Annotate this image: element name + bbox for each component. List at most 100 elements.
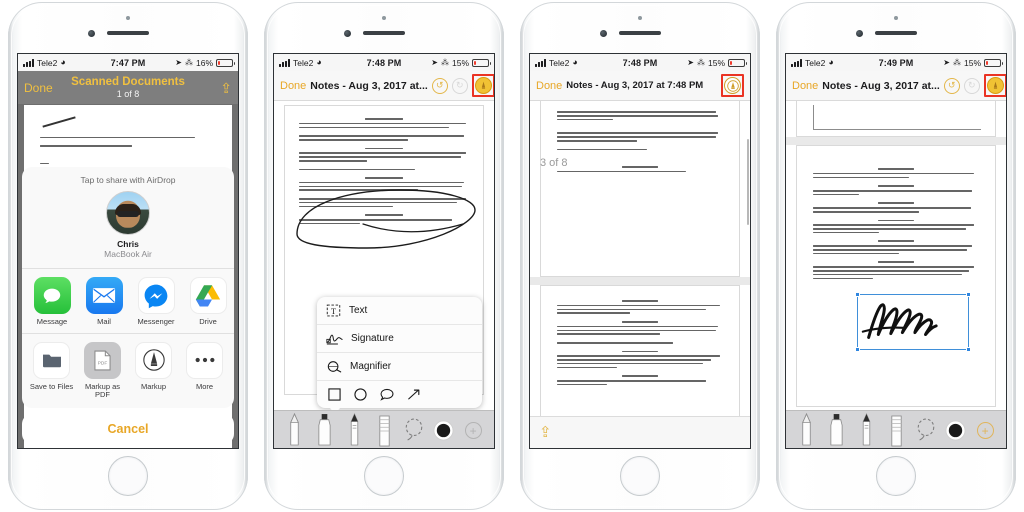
- selection-handle[interactable]: [855, 347, 860, 352]
- front-camera-icon: [600, 30, 607, 37]
- markup-pen-icon[interactable]: [986, 77, 1004, 94]
- share-app-label: Drive: [199, 317, 217, 327]
- action-markup[interactable]: Markup: [128, 341, 179, 400]
- airdrop-contact-name: Chris: [117, 239, 139, 250]
- color-swatch-icon[interactable]: [941, 420, 971, 447]
- highlighter-tool-icon[interactable]: [310, 413, 340, 447]
- eraser-tool-icon[interactable]: [369, 415, 399, 447]
- share-app-messenger[interactable]: Messenger: [130, 277, 182, 327]
- carrier-label: Tele2: [37, 57, 58, 68]
- bluetooth-icon: ⁂: [440, 58, 449, 67]
- square-shape-icon: [328, 388, 341, 401]
- note-document[interactable]: T Text Signature Magnifier +: [274, 101, 494, 448]
- menu-item-signature[interactable]: Signature: [317, 324, 482, 352]
- hand-drawn-ellipse: [296, 189, 476, 249]
- markup-pen-icon[interactable]: [474, 77, 492, 94]
- pen-tool-icon[interactable]: [792, 413, 822, 447]
- share-up-icon[interactable]: ⇪: [539, 425, 552, 440]
- earpiece-speaker: [875, 31, 917, 35]
- markup-toolbar[interactable]: +: [274, 410, 494, 448]
- status-bar: Tele2 ◕ 7:48 PM ➤ ⁂ 15%: [530, 54, 750, 71]
- selection-handle[interactable]: [855, 292, 860, 297]
- done-button[interactable]: Done: [24, 81, 53, 95]
- share-sheet[interactable]: Tap to share with AirDrop Chris MacBook …: [22, 167, 234, 444]
- menu-item-label: Signature: [351, 333, 394, 344]
- menu-item-text[interactable]: T Text: [317, 297, 482, 324]
- add-tool-icon[interactable]: +: [458, 422, 488, 447]
- note-document[interactable]: 3 of 8 ⇪: [530, 101, 750, 448]
- shape-tool-row[interactable]: [317, 380, 482, 408]
- share-app-label: Mail: [97, 317, 111, 327]
- menu-item-magnifier[interactable]: Magnifier: [317, 352, 482, 380]
- undo-icon[interactable]: ↺: [431, 77, 448, 94]
- markup-tool-menu[interactable]: T Text Signature Magnifier: [317, 297, 482, 408]
- lasso-tool-icon[interactable]: [911, 417, 941, 447]
- home-button[interactable]: [620, 456, 660, 496]
- magnifier-icon: [327, 361, 342, 373]
- add-tool-icon[interactable]: +: [970, 422, 1000, 447]
- location-icon: ➤: [943, 58, 950, 67]
- airdrop-header: Tap to share with AirDrop: [80, 175, 176, 186]
- share-app-drive[interactable]: Drive: [182, 277, 234, 327]
- scroll-indicator[interactable]: [747, 139, 749, 225]
- status-bar: Tele2 ◕ 7:47 PM ➤ ⁂ 16%: [18, 54, 238, 71]
- share-app-message[interactable]: Message: [26, 277, 78, 327]
- status-bar: Tele2 ◕ 7:49 PM ➤ ⁂ 15%: [786, 54, 1006, 71]
- phone-screenshot-row: Tele2 ◕ 7:47 PM ➤ ⁂ 16% Done Scanned Doc…: [0, 0, 1024, 512]
- action-markup-as-pdf[interactable]: PDF Markup as PDF: [77, 341, 128, 400]
- undo-icon[interactable]: ↺: [943, 77, 960, 94]
- airdrop-contact[interactable]: Chris MacBook Air: [22, 189, 234, 268]
- home-button[interactable]: [364, 456, 404, 496]
- markup-button-highlight[interactable]: [721, 74, 744, 97]
- pencil-tool-icon[interactable]: [339, 413, 369, 447]
- battery-icon: [472, 58, 491, 67]
- notes-nav-bar: Done Notes - Aug 3, 2017 at... ↺ ↻: [786, 71, 1006, 101]
- share-up-icon[interactable]: ⇪: [220, 81, 232, 95]
- done-button[interactable]: Done: [792, 80, 818, 92]
- eraser-tool-icon[interactable]: [881, 415, 911, 447]
- earpiece-speaker: [107, 31, 149, 35]
- markup-toolbar[interactable]: +: [786, 410, 1006, 448]
- markup-button-highlight[interactable]: [983, 74, 1006, 97]
- pen-tool-icon[interactable]: [280, 413, 310, 447]
- redo-icon: ↻: [963, 77, 980, 94]
- share-action-row[interactable]: Save to Files PDF Markup as PDF Markup M…: [22, 334, 234, 408]
- proximity-sensor-icon: [638, 16, 642, 20]
- speech-bubble-icon: [380, 388, 394, 401]
- home-button[interactable]: [876, 456, 916, 496]
- markup-pen-icon[interactable]: [724, 77, 741, 94]
- phone-2: Tele2 ◕ 7:48 PM ➤ ⁂ 15% Done Notes - Aug…: [256, 0, 512, 512]
- cancel-button[interactable]: Cancel: [22, 414, 234, 444]
- scanned-document-preview[interactable]: Tap to share with AirDrop Chris MacBook …: [18, 105, 238, 448]
- bottom-share-bar[interactable]: ⇪: [530, 416, 750, 448]
- markup-button-highlight[interactable]: [471, 74, 494, 97]
- selection-handle[interactable]: [966, 347, 971, 352]
- done-button[interactable]: Done: [280, 80, 306, 92]
- note-document[interactable]: +: [786, 101, 1006, 448]
- front-camera-icon: [344, 30, 351, 37]
- airdrop-contact-device: MacBook Air: [104, 249, 152, 260]
- share-app-label: Message: [36, 317, 68, 327]
- color-swatch-icon[interactable]: [429, 420, 459, 447]
- phone-1-screen: Tele2 ◕ 7:47 PM ➤ ⁂ 16% Done Scanned Doc…: [17, 53, 239, 449]
- ellipsis-icon: [186, 341, 223, 379]
- share-app-mail[interactable]: Mail: [78, 277, 130, 327]
- action-more[interactable]: More: [179, 341, 230, 400]
- signature-selection-box[interactable]: [855, 292, 971, 352]
- action-save-to-files[interactable]: Save to Files: [26, 341, 77, 400]
- home-button[interactable]: [108, 456, 148, 496]
- page-indicator: 3 of 8: [540, 157, 568, 169]
- share-sheet-card: Tap to share with AirDrop Chris MacBook …: [22, 167, 234, 408]
- selection-handle[interactable]: [966, 292, 971, 297]
- share-app-row[interactable]: Message Mail Messenger Drive: [22, 269, 234, 333]
- battery-percent: 15%: [963, 57, 981, 68]
- pencil-tool-icon[interactable]: [851, 413, 881, 447]
- notes-nav-bar: Done Notes - Aug 3, 2017 at... ↺ ↻: [274, 71, 494, 101]
- messenger-icon: [137, 277, 175, 315]
- highlighter-tool-icon[interactable]: [822, 413, 852, 447]
- lasso-tool-icon[interactable]: [399, 417, 429, 447]
- mail-icon: [85, 277, 123, 315]
- battery-icon: [216, 58, 235, 67]
- page-title: Notes - Aug 3, 2017 at...: [822, 79, 940, 92]
- done-button[interactable]: Done: [536, 80, 562, 92]
